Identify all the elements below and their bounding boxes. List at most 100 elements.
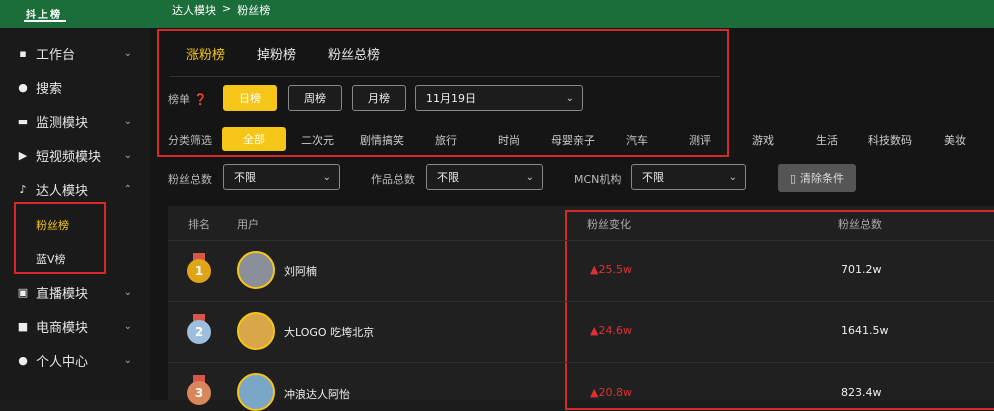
monitor-icon: ▬ xyxy=(17,114,29,128)
chevron-down-icon: ⌄ xyxy=(322,171,331,183)
breadcrumb-item-current: 粉丝榜 xyxy=(237,4,271,17)
sidebar-item-profile[interactable]: ● 个人中心 ⌄ xyxy=(0,343,150,377)
search-icon: ● xyxy=(18,80,28,94)
date-select-value: 11月19日 xyxy=(426,92,476,105)
sidebar-item-label: 短视频模块 xyxy=(36,149,102,165)
mcn-value: 不限 xyxy=(642,171,664,184)
category-item[interactable]: 时尚 xyxy=(498,132,520,148)
sidebar-item-short-video[interactable]: ▶ 短视频模块 ⌄ xyxy=(0,138,150,172)
tv-icon: ▣ xyxy=(17,285,29,299)
clear-filters-label: 清除条件 xyxy=(800,172,845,185)
medal-disc: 2 xyxy=(187,320,211,344)
category-item[interactable]: 测评 xyxy=(689,132,711,148)
chevron-down-icon: ⌄ xyxy=(123,149,132,161)
fans-change: ▲24.6w xyxy=(590,324,632,337)
sidebar-item-label: 个人中心 xyxy=(36,354,89,370)
category-item[interactable]: 游戏 xyxy=(752,132,774,148)
medal-disc: 1 xyxy=(187,259,211,283)
logo[interactable]: 抖上榜 xyxy=(20,2,70,24)
logo-text: 抖上榜 xyxy=(26,10,62,21)
sidebar-item-search[interactable]: ● 搜索 xyxy=(0,70,150,104)
avatar[interactable] xyxy=(237,251,275,289)
breadcrumb-separator: > xyxy=(222,2,232,15)
column-header-rank: 排名 xyxy=(188,218,210,231)
fans-total: 701.2w xyxy=(841,263,882,276)
works-total-select[interactable]: 不限 ⌄ xyxy=(426,164,543,190)
chevron-down-icon: ⌄ xyxy=(728,171,737,183)
category-label: 分类筛选 xyxy=(168,134,212,147)
category-item[interactable]: 二次元 xyxy=(301,132,334,148)
sidebar-item-label: 直播模块 xyxy=(36,286,89,302)
category-item[interactable]: 母婴亲子 xyxy=(551,132,595,148)
user-name[interactable]: 刘阿楠 xyxy=(284,263,317,279)
fans-change: ▲20.8w xyxy=(590,386,632,399)
chevron-up-icon: ⌃ xyxy=(123,183,132,195)
sidebar-item-label: 监测模块 xyxy=(36,115,89,131)
logo-underline xyxy=(24,20,66,22)
category-item[interactable]: 科技数码 xyxy=(868,132,912,148)
grid-icon: ▪ xyxy=(19,46,27,60)
medal-disc: 3 xyxy=(187,381,211,405)
top-bar xyxy=(0,0,994,28)
trash-icon: ▯ xyxy=(789,171,797,185)
row-divider xyxy=(168,301,994,302)
sidebar-item-workbench[interactable]: ▪ 工作台 ⌄ xyxy=(0,36,150,70)
chevron-down-icon: ⌄ xyxy=(123,47,132,59)
works-total-label: 作品总数 xyxy=(371,173,415,186)
sidebar-item-label: 工作台 xyxy=(36,47,76,63)
tab-fans-gain[interactable]: 涨粉榜 xyxy=(186,44,225,63)
works-total-value: 不限 xyxy=(437,171,459,184)
sidebar-item-influencer[interactable]: ♪ 达人模块 ⌃ xyxy=(0,172,150,206)
row-divider xyxy=(168,362,994,363)
avatar[interactable] xyxy=(237,373,275,411)
category-item[interactable]: 生活 xyxy=(816,132,838,148)
rank-tabs: 涨粉榜 掉粉榜 粉丝总榜 xyxy=(186,44,380,63)
chevron-down-icon: ⌄ xyxy=(123,354,132,366)
rank-medal-2: 2 xyxy=(186,314,212,348)
sidebar-sub-item-bluev-rank[interactable]: 蓝V榜 xyxy=(36,251,66,267)
fans-total: 823.4w xyxy=(841,386,882,399)
sidebar-item-ecommerce[interactable]: ■ 电商模块 ⌄ xyxy=(0,309,150,343)
video-icon: ▶ xyxy=(18,148,28,162)
chevron-down-icon: ⌄ xyxy=(123,115,132,127)
category-item-all[interactable]: 全部 xyxy=(222,127,286,151)
tiktok-icon: ♪ xyxy=(19,182,27,196)
monthly-rank-button[interactable]: 月榜 xyxy=(352,85,406,111)
breadcrumb-item-module[interactable]: 达人模块 xyxy=(172,2,216,18)
sidebar-sub-item-fans-rank[interactable]: 粉丝榜 xyxy=(36,217,69,233)
fans-total-select[interactable]: 不限 ⌄ xyxy=(223,164,340,190)
ranking-label: 榜单 ❓ xyxy=(168,93,208,106)
mcn-label: MCN机构 xyxy=(574,173,622,186)
sidebar-item-label: 电商模块 xyxy=(36,320,89,336)
date-select[interactable]: 11月19日 ⌄ xyxy=(415,85,583,111)
rank-medal-3: 3 xyxy=(186,375,212,409)
mcn-select[interactable]: 不限 ⌄ xyxy=(631,164,746,190)
fans-change: ▲25.5w xyxy=(590,263,632,276)
weekly-rank-button[interactable]: 周榜 xyxy=(288,85,342,111)
rank-medal-1: 1 xyxy=(186,253,212,287)
category-item[interactable]: 剧情搞笑 xyxy=(360,132,404,148)
daily-rank-button[interactable]: 日榜 xyxy=(223,85,277,111)
category-item[interactable]: 美妆 xyxy=(944,132,966,148)
row-divider xyxy=(168,240,994,241)
breadcrumb: 达人模块 > 粉丝榜 xyxy=(172,2,270,18)
fans-total-value: 不限 xyxy=(234,171,256,184)
user-name[interactable]: 大LOGO 吃垮北京 xyxy=(284,324,374,340)
sidebar-item-live[interactable]: ▣ 直播模块 ⌄ xyxy=(0,275,150,309)
sidebar-item-monitor[interactable]: ▬ 监测模块 ⌄ xyxy=(0,104,150,138)
clear-filters-button[interactable]: ▯ 清除条件 xyxy=(778,164,856,192)
tab-fans-total[interactable]: 粉丝总榜 xyxy=(328,44,380,63)
chevron-down-icon: ⌄ xyxy=(525,171,534,183)
avatar[interactable] xyxy=(237,312,275,350)
fans-total-label: 粉丝总数 xyxy=(168,173,212,186)
chevron-down-icon: ⌄ xyxy=(123,320,132,332)
chevron-down-icon: ⌄ xyxy=(565,92,574,104)
sidebar-item-label: 达人模块 xyxy=(36,183,89,199)
sidebar-item-label: 搜索 xyxy=(36,81,63,97)
category-item[interactable]: 汽车 xyxy=(626,132,648,148)
tab-fans-loss[interactable]: 掉粉榜 xyxy=(257,44,296,63)
shop-icon: ■ xyxy=(17,319,29,333)
user-icon: ● xyxy=(18,353,28,367)
category-item[interactable]: 旅行 xyxy=(435,132,457,148)
help-icon[interactable]: ❓ xyxy=(194,93,208,106)
